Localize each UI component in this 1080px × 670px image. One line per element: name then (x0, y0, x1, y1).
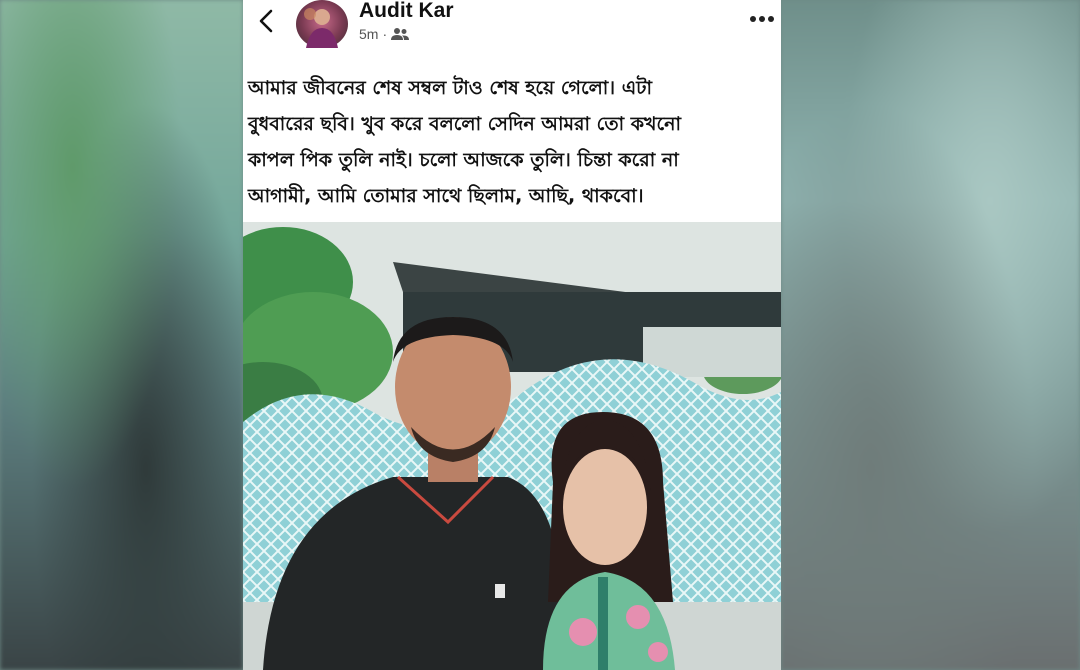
post-photo[interactable] (243, 222, 781, 670)
blurred-background-right (781, 0, 1080, 670)
blurred-background-left (0, 0, 243, 670)
meta-separator: · (382, 26, 388, 42)
more-options-icon[interactable] (747, 12, 777, 26)
caption-line: বুধবারের ছবি। খুব করে বললো সেদিন আমরা তো… (248, 113, 681, 135)
author-name[interactable]: Audit Kar (359, 0, 454, 23)
back-arrow-icon[interactable] (255, 8, 277, 34)
friends-icon (391, 28, 410, 40)
facebook-post: Audit Kar 5m · আমার জীবনের শেষ সম্বল টাও… (243, 0, 781, 670)
post-meta: 5m · (359, 26, 410, 42)
post-caption: আমার জীবনের শেষ সম্বল টাও শেষ হয়ে গেলো।… (248, 70, 776, 214)
caption-line: আমার জীবনের শেষ সম্বল টাও শেষ হয়ে গেলো।… (248, 77, 653, 99)
caption-line: আগামী, আমি তোমার সাথে ছিলাম, আছি, থাকবো। (248, 185, 644, 207)
caption-line: কাপল পিক তুলি নাই। চলো আজকে তুলি। চিন্তা… (248, 149, 679, 171)
post-header: Audit Kar 5m · (243, 0, 781, 60)
avatar[interactable] (296, 0, 348, 48)
post-time[interactable]: 5m (359, 26, 378, 42)
